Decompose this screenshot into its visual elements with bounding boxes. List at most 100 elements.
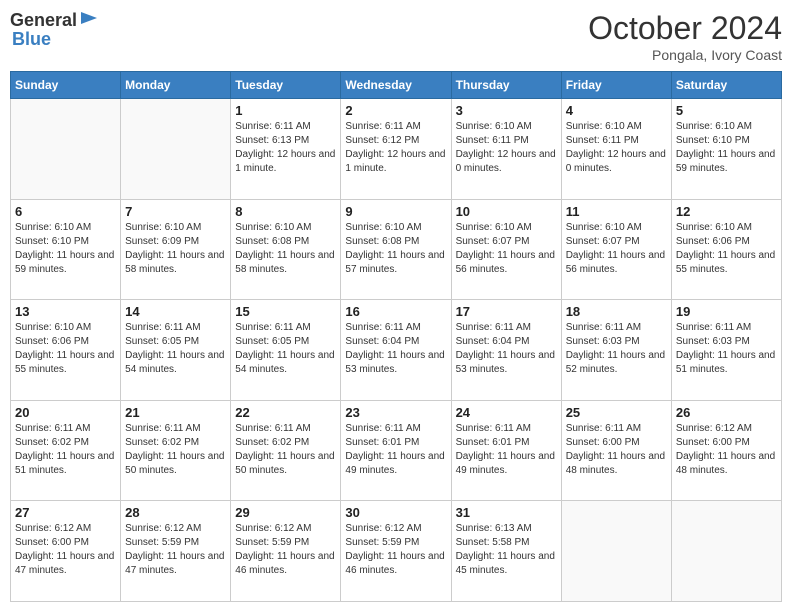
page: General Blue October 2024 Pongala, Ivory… <box>0 0 792 612</box>
calendar-week-row: 6Sunrise: 6:10 AMSunset: 6:10 PMDaylight… <box>11 199 782 300</box>
calendar-cell: 1 Sunrise: 6:11 AMSunset: 6:13 PMDaylight… <box>231 99 341 200</box>
day-info: Sunrise: 6:11 AMSunset: 6:12 PMDaylight:… <box>345 120 446 176</box>
day-info: Sunrise: 6:10 AMSunset: 6:06 PMDaylight:… <box>676 221 777 277</box>
location: Pongala, Ivory Coast <box>588 47 782 63</box>
calendar: SundayMondayTuesdayWednesdayThursdayFrid… <box>10 71 782 602</box>
day-number: 4 <box>566 103 667 118</box>
calendar-cell: 19 Sunrise: 6:11 AMSunset: 6:03 PMDayligh… <box>671 300 781 401</box>
day-number: 29 <box>235 505 336 520</box>
calendar-cell: 13 Sunrise: 6:10 AMSunset: 6:06 PMDayligh… <box>11 300 121 401</box>
calendar-cell: 3 Sunrise: 6:10 AMSunset: 6:11 PMDaylight… <box>451 99 561 200</box>
weekday-header-row: SundayMondayTuesdayWednesdayThursdayFrid… <box>11 72 782 99</box>
day-number: 30 <box>345 505 446 520</box>
day-number: 17 <box>456 304 557 319</box>
calendar-cell: 27Sunrise: 6:12 AMSunset: 6:00 PMDayligh… <box>11 501 121 602</box>
calendar-cell: 8Sunrise: 6:10 AMSunset: 6:08 PMDaylight… <box>231 199 341 300</box>
calendar-cell: 5 Sunrise: 6:10 AMSunset: 6:10 PMDaylight… <box>671 99 781 200</box>
day-number: 22 <box>235 405 336 420</box>
calendar-week-row: 1 Sunrise: 6:11 AMSunset: 6:13 PMDaylight… <box>11 99 782 200</box>
month-title: October 2024 <box>588 10 782 47</box>
weekday-header: Thursday <box>451 72 561 99</box>
day-number: 27 <box>15 505 116 520</box>
calendar-cell: 9 Sunrise: 6:10 AMSunset: 6:08 PMDaylight… <box>341 199 451 300</box>
weekday-header: Friday <box>561 72 671 99</box>
day-info: Sunrise: 6:11 AMSunset: 6:02 PMDaylight:… <box>15 422 116 478</box>
day-info: Sunrise: 6:10 AMSunset: 6:09 PMDaylight:… <box>125 221 226 277</box>
day-number: 26 <box>676 405 777 420</box>
day-number: 25 <box>566 405 667 420</box>
day-number: 10 <box>456 204 557 219</box>
day-number: 9 <box>345 204 446 219</box>
day-info: Sunrise: 6:11 AMSunset: 6:13 PMDaylight:… <box>235 120 336 176</box>
logo: General Blue <box>10 10 99 48</box>
day-number: 16 <box>345 304 446 319</box>
day-info: Sunrise: 6:11 AMSunset: 6:04 PMDaylight:… <box>456 321 557 377</box>
day-number: 20 <box>15 405 116 420</box>
day-info: Sunrise: 6:13 AMSunset: 5:58 PMDaylight:… <box>456 522 557 578</box>
logo-general-text: General <box>10 11 77 29</box>
calendar-cell: 6Sunrise: 6:10 AMSunset: 6:10 PMDaylight… <box>11 199 121 300</box>
day-info: Sunrise: 6:10 AMSunset: 6:10 PMDaylight:… <box>676 120 777 176</box>
day-number: 24 <box>456 405 557 420</box>
day-number: 14 <box>125 304 226 319</box>
calendar-cell: 29 Sunrise: 6:12 AMSunset: 5:59 PMDayligh… <box>231 501 341 602</box>
day-number: 3 <box>456 103 557 118</box>
calendar-cell: 11 Sunrise: 6:10 AMSunset: 6:07 PMDayligh… <box>561 199 671 300</box>
day-info: Sunrise: 6:12 AMSunset: 5:59 PMDaylight:… <box>235 522 336 578</box>
day-info: Sunrise: 6:12 AMSunset: 5:59 PMDaylight:… <box>125 522 226 578</box>
weekday-header: Tuesday <box>231 72 341 99</box>
day-info: Sunrise: 6:10 AMSunset: 6:07 PMDaylight:… <box>566 221 667 277</box>
calendar-cell <box>11 99 121 200</box>
logo-flag-icon <box>79 10 99 30</box>
day-info: Sunrise: 6:10 AMSunset: 6:11 PMDaylight:… <box>456 120 557 176</box>
calendar-cell <box>671 501 781 602</box>
day-info: Sunrise: 6:11 AMSunset: 6:00 PMDaylight:… <box>566 422 667 478</box>
day-info: Sunrise: 6:11 AMSunset: 6:05 PMDaylight:… <box>125 321 226 377</box>
day-info: Sunrise: 6:11 AMSunset: 6:01 PMDaylight:… <box>345 422 446 478</box>
day-number: 28 <box>125 505 226 520</box>
calendar-cell: 31 Sunrise: 6:13 AMSunset: 5:58 PMDayligh… <box>451 501 561 602</box>
day-number: 2 <box>345 103 446 118</box>
calendar-cell: 16Sunrise: 6:11 AMSunset: 6:04 PMDayligh… <box>341 300 451 401</box>
day-number: 31 <box>456 505 557 520</box>
calendar-cell: 4Sunrise: 6:10 AMSunset: 6:11 PMDaylight… <box>561 99 671 200</box>
day-number: 12 <box>676 204 777 219</box>
day-number: 1 <box>235 103 336 118</box>
day-number: 19 <box>676 304 777 319</box>
calendar-cell: 25 Sunrise: 6:11 AMSunset: 6:00 PMDayligh… <box>561 400 671 501</box>
day-info: Sunrise: 6:11 AMSunset: 6:01 PMDaylight:… <box>456 422 557 478</box>
calendar-cell: 17 Sunrise: 6:11 AMSunset: 6:04 PMDayligh… <box>451 300 561 401</box>
day-number: 11 <box>566 204 667 219</box>
day-number: 18 <box>566 304 667 319</box>
calendar-cell: 22Sunrise: 6:11 AMSunset: 6:02 PMDayligh… <box>231 400 341 501</box>
weekday-header: Sunday <box>11 72 121 99</box>
calendar-cell: 7Sunrise: 6:10 AMSunset: 6:09 PMDaylight… <box>121 199 231 300</box>
calendar-cell: 28 Sunrise: 6:12 AMSunset: 5:59 PMDayligh… <box>121 501 231 602</box>
day-info: Sunrise: 6:10 AMSunset: 6:08 PMDaylight:… <box>345 221 446 277</box>
calendar-cell: 26Sunrise: 6:12 AMSunset: 6:00 PMDayligh… <box>671 400 781 501</box>
header-right: October 2024 Pongala, Ivory Coast <box>588 10 782 63</box>
calendar-cell: 23 Sunrise: 6:11 AMSunset: 6:01 PMDayligh… <box>341 400 451 501</box>
day-info: Sunrise: 6:11 AMSunset: 6:05 PMDaylight:… <box>235 321 336 377</box>
day-info: Sunrise: 6:10 AMSunset: 6:08 PMDaylight:… <box>235 221 336 277</box>
day-number: 5 <box>676 103 777 118</box>
day-number: 6 <box>15 204 116 219</box>
header: General Blue October 2024 Pongala, Ivory… <box>10 10 782 63</box>
day-info: Sunrise: 6:10 AMSunset: 6:06 PMDaylight:… <box>15 321 116 377</box>
calendar-week-row: 13 Sunrise: 6:10 AMSunset: 6:06 PMDayligh… <box>11 300 782 401</box>
calendar-cell: 14 Sunrise: 6:11 AMSunset: 6:05 PMDayligh… <box>121 300 231 401</box>
day-info: Sunrise: 6:11 AMSunset: 6:03 PMDaylight:… <box>566 321 667 377</box>
weekday-header: Monday <box>121 72 231 99</box>
day-info: Sunrise: 6:11 AMSunset: 6:02 PMDaylight:… <box>125 422 226 478</box>
day-number: 15 <box>235 304 336 319</box>
calendar-cell: 21Sunrise: 6:11 AMSunset: 6:02 PMDayligh… <box>121 400 231 501</box>
calendar-cell <box>121 99 231 200</box>
calendar-cell: 2 Sunrise: 6:11 AMSunset: 6:12 PMDaylight… <box>341 99 451 200</box>
calendar-week-row: 27Sunrise: 6:12 AMSunset: 6:00 PMDayligh… <box>11 501 782 602</box>
day-info: Sunrise: 6:12 AMSunset: 5:59 PMDaylight:… <box>345 522 446 578</box>
day-info: Sunrise: 6:11 AMSunset: 6:03 PMDaylight:… <box>676 321 777 377</box>
day-number: 23 <box>345 405 446 420</box>
day-number: 13 <box>15 304 116 319</box>
calendar-week-row: 20 Sunrise: 6:11 AMSunset: 6:02 PMDayligh… <box>11 400 782 501</box>
day-info: Sunrise: 6:10 AMSunset: 6:07 PMDaylight:… <box>456 221 557 277</box>
